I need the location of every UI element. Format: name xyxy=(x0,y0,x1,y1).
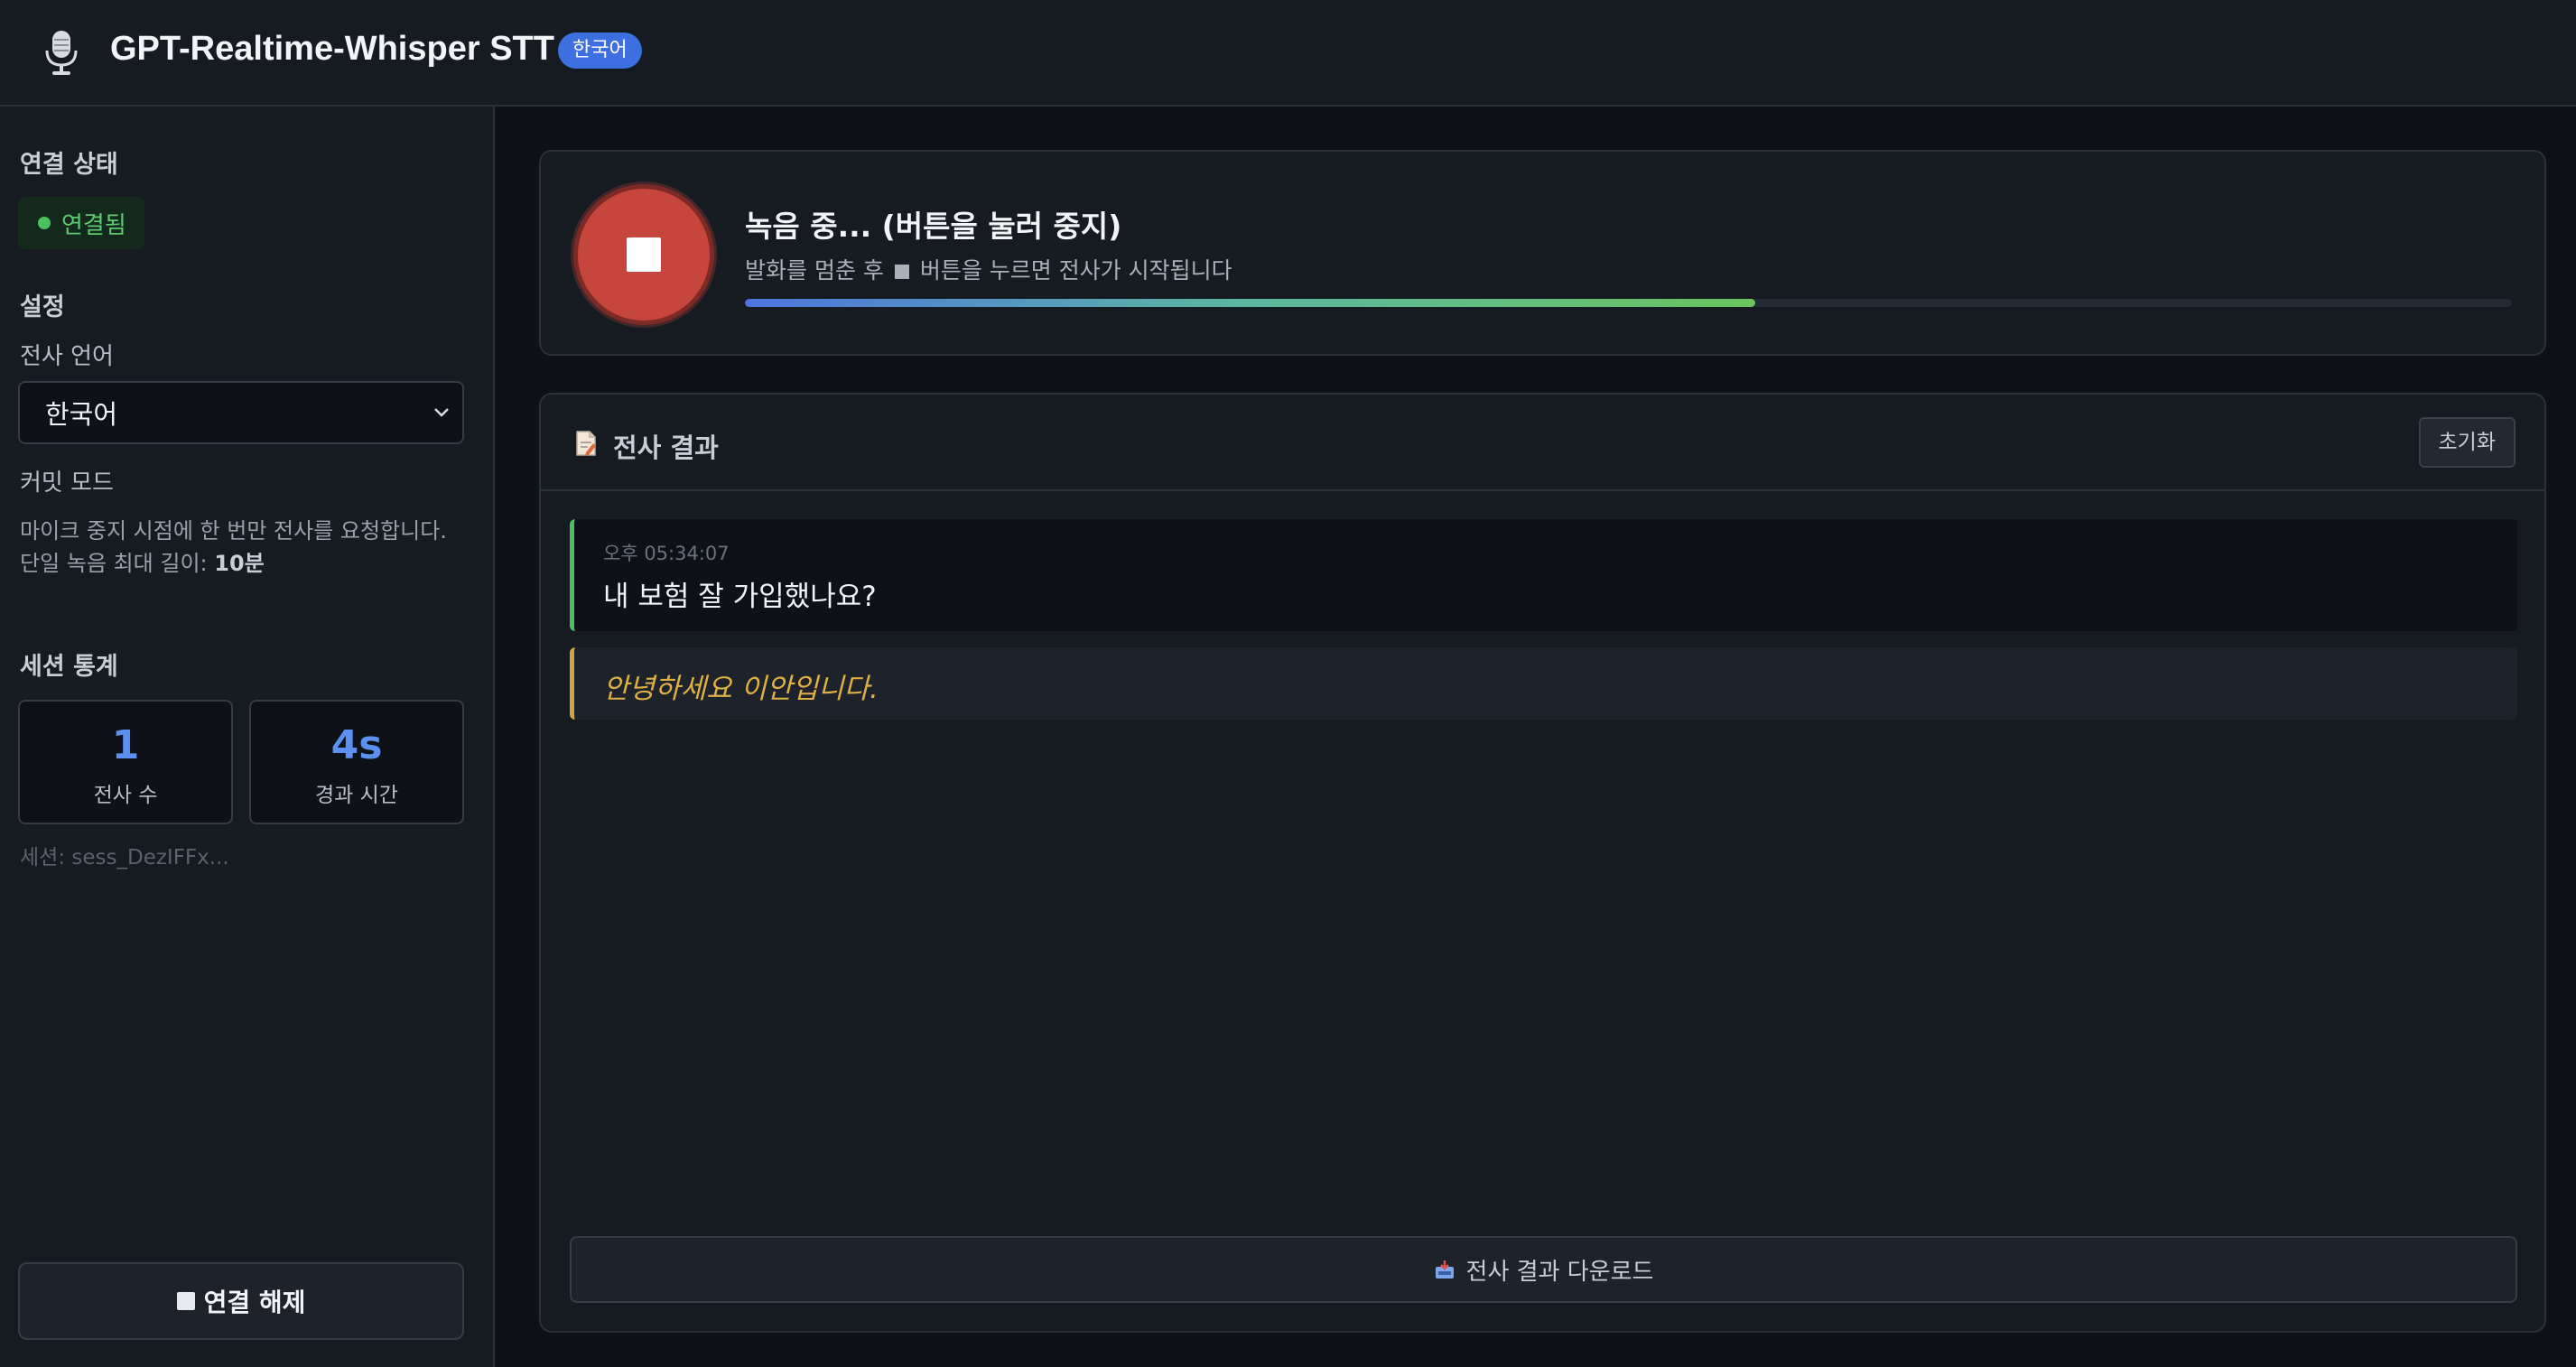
language-select[interactable]: 한국어 xyxy=(18,381,464,444)
partial-transcript-text: 안녕하세요 이안입니다. xyxy=(603,673,879,705)
commit-mode-description: 마이크 중지 시점에 한 번만 전사를 요청합니다. 단일 녹음 최대 길이: … xyxy=(20,515,471,580)
recording-panel: 녹음 중... (버튼을 눌러 중지) 발화를 멈춘 후 버튼을 누르면 전사가… xyxy=(539,150,2546,356)
chevron-down-icon xyxy=(434,408,449,417)
stop-square-icon xyxy=(176,1292,195,1310)
recording-hint-after: 버튼을 누르면 전사가 시작됩니다 xyxy=(919,257,1232,284)
language-select-value: 한국어 xyxy=(45,399,118,430)
elapsed-time-value: 4s xyxy=(330,722,383,768)
transcript-count-label: 전사 수 xyxy=(93,784,158,807)
elapsed-time-label: 경과 시간 xyxy=(315,784,398,807)
connection-status-badge: 연결됨 xyxy=(18,197,144,249)
app-title: GPT-Realtime-Whisper STT xyxy=(110,30,554,68)
status-dot-icon xyxy=(38,217,51,229)
elapsed-time-card: 4s 경과 시간 xyxy=(249,700,464,824)
disconnect-button[interactable]: 연결 해제 xyxy=(18,1262,464,1340)
language-badge: 한국어 xyxy=(558,33,642,69)
inbox-download-icon xyxy=(1435,1260,1454,1279)
stop-recording-button[interactable] xyxy=(573,184,714,325)
document-icon xyxy=(576,431,596,456)
results-header: 전사 결과 초기화 xyxy=(541,395,2544,491)
settings-title: 설정 xyxy=(20,293,65,321)
audio-level-meter xyxy=(745,299,2512,307)
app-header: GPT-Realtime-Whisper STT 한국어 xyxy=(0,0,2576,107)
recording-hint-before: 발화를 멈춘 후 xyxy=(745,257,884,284)
download-transcript-button[interactable]: 전사 결과 다운로드 xyxy=(570,1236,2517,1303)
microphone-icon xyxy=(45,31,78,75)
reset-button[interactable]: 초기화 xyxy=(2418,417,2516,468)
commit-mode-label: 커밋 모드 xyxy=(20,470,114,497)
download-label: 전사 결과 다운로드 xyxy=(1465,1258,1654,1286)
max-length-label: 단일 녹음 최대 길이: xyxy=(20,551,215,576)
stop-square-icon xyxy=(894,265,909,279)
transcription-results-panel: 전사 결과 초기화 오후 05:34:07 내 보험 잘 가입했나요? 안녕하세… xyxy=(539,393,2546,1333)
stop-icon xyxy=(627,237,661,272)
recording-status-title: 녹음 중... (버튼을 눌러 중지) xyxy=(745,209,1122,244)
max-length-value: 10분 xyxy=(214,551,265,576)
language-label: 전사 언어 xyxy=(20,343,114,370)
commit-mode-text: 마이크 중지 시점에 한 번만 전사를 요청합니다. xyxy=(20,518,447,544)
disconnect-label: 연결 해제 xyxy=(203,1288,306,1317)
transcript-entry: 오후 05:34:07 내 보험 잘 가입했나요? xyxy=(570,519,2517,631)
partial-transcript-entry: 안녕하세요 이안입니다. xyxy=(570,647,2517,720)
session-stats-title: 세션 통계 xyxy=(20,653,118,681)
transcript-count-card: 1 전사 수 xyxy=(18,700,233,824)
connection-status-title: 연결 상태 xyxy=(20,151,118,179)
transcript-timestamp: 오후 05:34:07 xyxy=(603,543,730,564)
max-length-line: 단일 녹음 최대 길이: 10분 xyxy=(20,547,471,580)
transcript-text: 내 보험 잘 가입했나요? xyxy=(603,581,877,613)
connection-status-text: 연결됨 xyxy=(61,211,126,239)
audio-level-fill xyxy=(745,299,1756,307)
session-id: 세션: sess_DezIFFx... xyxy=(20,846,229,869)
transcript-count-value: 1 xyxy=(111,722,140,768)
recording-hint: 발화를 멈춘 후 버튼을 누르면 전사가 시작됩니다 xyxy=(745,253,1232,285)
sidebar: 연결 상태 연결됨 설정 전사 언어 한국어 커밋 모드 마이크 중지 시점에 … xyxy=(0,107,495,1367)
results-title: 전사 결과 xyxy=(613,432,719,463)
